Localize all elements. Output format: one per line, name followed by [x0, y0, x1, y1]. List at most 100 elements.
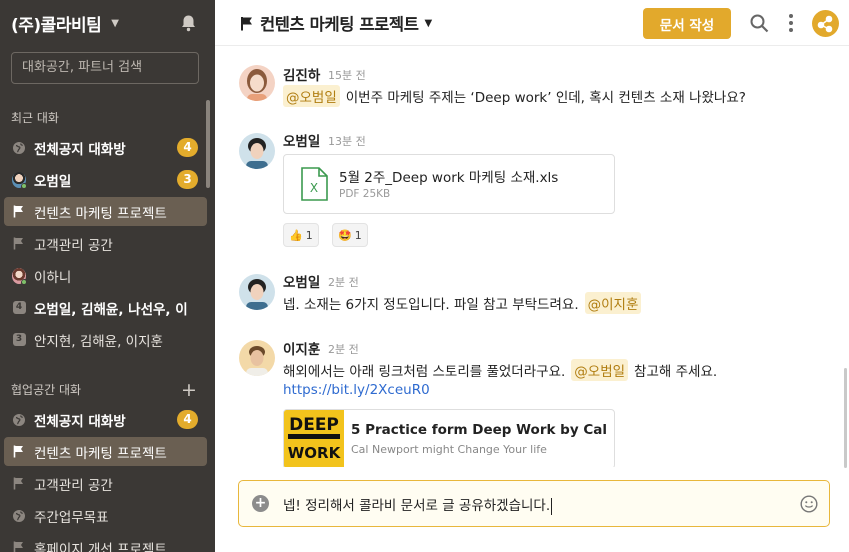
mention-tag[interactable]: @이지훈 — [584, 292, 642, 314]
sidebar-item-label: 전체공지 대화방 — [34, 413, 126, 430]
sidebar-item-notice-collab[interactable]: 전체공지 대화방 4 — [4, 405, 207, 434]
recent-section-label: 최근 대화 — [11, 111, 59, 125]
message-time: 2분 전 — [328, 276, 359, 289]
reaction-count: 1 — [354, 228, 362, 242]
message-list[interactable]: 김진하 15분 전 @오범일 이번주 마케팅 주제는 ‘Deep work’ 인… — [215, 47, 849, 467]
avatar[interactable] — [239, 133, 275, 169]
file-meta: PDF 25KB — [339, 188, 391, 200]
sidebar: (주)콜라비팀 ▼ 대화공간, 파트너 검색 최근 대화 전체공지 대화방 4 … — [0, 0, 215, 552]
message-time: 13분 전 — [328, 135, 366, 148]
message-author[interactable]: 김진하 — [283, 64, 320, 84]
sidebar-item-group-4[interactable]: 4 오범일, 김해윤, 나선우, 이 — [4, 293, 207, 322]
sidebar-item-label: 오범일, 김해윤, 나선우, 이 — [34, 301, 188, 318]
reaction-thumbs-up[interactable]: 👍 1 — [283, 223, 319, 247]
unread-badge: 4 — [177, 138, 198, 157]
add-space-button[interactable]: + — [181, 381, 197, 400]
excel-file-icon: X — [301, 167, 328, 201]
message-body: 해외에서는 아래 링크처럼 스토리를 풀었더라구요. — [283, 364, 566, 380]
link-preview-title: 5 Practice form Deep Work by Cal — [351, 422, 607, 438]
flag-icon — [12, 237, 26, 251]
sidebar-item-content-marketing[interactable]: 컨텐츠 마케팅 프로젝트 — [4, 197, 207, 226]
link-preview-card[interactable]: DEEP WORK 5 Practice form Deep Work by Ca… — [283, 409, 615, 467]
svg-text:WORK: WORK — [288, 444, 342, 462]
file-name: 5월 2주_Deep work 마케팅 소재.xls — [339, 170, 559, 186]
globe-icon — [12, 413, 26, 427]
sidebar-item-label: 전체공지 대화방 — [34, 141, 126, 158]
sidebar-item-customer-collab[interactable]: 고객관리 공간 — [4, 469, 207, 498]
message-author[interactable]: 오범일 — [283, 271, 320, 291]
workspace-switcher[interactable]: (주)콜라비팀 ▼ — [11, 11, 119, 36]
avatar[interactable] — [239, 274, 275, 310]
message-time: 15분 전 — [328, 69, 366, 82]
globe-icon — [12, 141, 26, 155]
chevron-down-icon: ▼ — [424, 17, 433, 29]
message-body: 이번주 마케팅 주제는 ‘Deep work’ 인데, 혹시 컨텐츠 소재 나왔… — [345, 90, 746, 106]
message-time: 2분 전 — [328, 343, 359, 356]
room-title-text: 컨텐츠 마케팅 프로젝트 — [260, 15, 419, 34]
message-body: 넵. 소재는 6가지 정도입니다. 파일 참고 부탁드려요. — [283, 297, 579, 313]
collab-section-label: 협업공간 대화 — [11, 383, 82, 397]
reaction-count: 1 — [305, 228, 313, 242]
message-text: @오범일 이번주 마케팅 주제는 ‘Deep work’ 인데, 혹시 컨텐츠 … — [283, 85, 746, 107]
sidebar-item-label: 오범일 — [34, 173, 72, 190]
message-author[interactable]: 오범일 — [283, 130, 320, 150]
svg-text:DEEP: DEEP — [289, 415, 339, 435]
sidebar-item-weekly-goals[interactable]: 주간업무목표 — [4, 501, 207, 530]
search-input[interactable]: 대화공간, 파트너 검색 — [11, 52, 199, 84]
message-text: 넵. 소재는 6가지 정도입니다. 파일 참고 부탁드려요. @이지훈 — [283, 292, 647, 314]
bell-icon[interactable] — [180, 14, 197, 32]
unread-badge: 3 — [177, 170, 198, 189]
sidebar-item-notice[interactable]: 전체공지 대화방 4 — [4, 133, 207, 162]
avatar[interactable] — [239, 65, 275, 101]
sidebar-scrollbar[interactable] — [206, 100, 210, 188]
room-title[interactable]: 컨텐츠 마케팅 프로젝트 ▼ — [240, 11, 432, 35]
message-link[interactable]: https://bit.ly/2XceuR0 — [283, 382, 430, 398]
sidebar-item-label: 이하니 — [34, 269, 72, 286]
file-attachment[interactable]: X 5월 2주_Deep work 마케팅 소재.xls PDF 25KB — [283, 154, 615, 214]
mention-tag[interactable]: @오범일 — [283, 85, 340, 107]
sidebar-item-label: 주간업무목표 — [34, 509, 109, 526]
message-text: 해외에서는 아래 링크처럼 스토리를 풀었더라구요. @오범일 참고해 주세요. — [283, 359, 717, 381]
composer-input[interactable]: 넵! 정리해서 콜라비 문서로 글 공유하겠습니다. — [283, 494, 552, 515]
message-author[interactable]: 이지훈 — [283, 338, 320, 358]
message-composer[interactable]: + 넵! 정리해서 콜라비 문서로 글 공유하겠습니다. — [238, 480, 830, 527]
sidebar-item-label: 컨텐츠 마케팅 프로젝트 — [34, 445, 167, 462]
star-struck-icon: 🤩 — [338, 228, 352, 242]
sidebar-item-label: 고객관리 공간 — [34, 477, 113, 494]
sidebar-item-ihani[interactable]: 이하니 — [4, 261, 207, 290]
globe-icon — [12, 509, 26, 523]
flag-icon — [12, 445, 26, 459]
reaction-star-struck[interactable]: 🤩 1 — [332, 223, 368, 247]
link-preview-description: Cal Newport might Change Your life — [351, 443, 547, 456]
svg-text:X: X — [310, 181, 318, 195]
share-icon — [817, 15, 833, 33]
flag-icon — [12, 477, 26, 491]
sidebar-item-label: 안지현, 김해윤, 이지훈 — [34, 333, 163, 350]
room-header: 컨텐츠 마케팅 프로젝트 ▼ 문서 작성 — [215, 0, 849, 46]
thumbs-up-icon: 👍 — [289, 228, 303, 242]
sidebar-item-customer[interactable]: 고객관리 공간 — [4, 229, 207, 258]
write-document-button[interactable]: 문서 작성 — [643, 8, 731, 39]
chevron-down-icon: ▼ — [111, 18, 119, 29]
sidebar-item-group-3[interactable]: 3 안지현, 김해윤, 이지훈 — [4, 325, 207, 354]
member-count-icon: 3 — [12, 333, 26, 346]
sidebar-item-homepage[interactable]: 홈페이지 개선 프로젝트 — [4, 533, 207, 552]
flag-icon — [12, 205, 26, 219]
avatar[interactable] — [239, 340, 275, 376]
avatar — [12, 171, 28, 190]
more-vertical-icon[interactable] — [788, 13, 794, 33]
emoji-icon[interactable] — [800, 495, 818, 513]
search-icon[interactable] — [750, 14, 769, 33]
collabee-logo[interactable] — [812, 10, 839, 37]
member-count-icon: 4 — [12, 301, 26, 314]
workspace-name: (주)콜라비팀 — [11, 16, 102, 36]
flag-icon — [241, 16, 252, 30]
add-attachment-icon[interactable]: + — [252, 495, 269, 512]
unread-badge: 4 — [177, 410, 198, 429]
flag-icon — [12, 541, 26, 552]
message-scrollbar[interactable] — [844, 368, 847, 468]
sidebar-item-label: 고객관리 공간 — [34, 237, 113, 254]
sidebar-item-obeomil[interactable]: 오범일 3 — [4, 165, 207, 194]
mention-tag[interactable]: @오범일 — [571, 359, 629, 381]
sidebar-item-content-marketing-collab[interactable]: 컨텐츠 마케팅 프로젝트 — [4, 437, 207, 466]
